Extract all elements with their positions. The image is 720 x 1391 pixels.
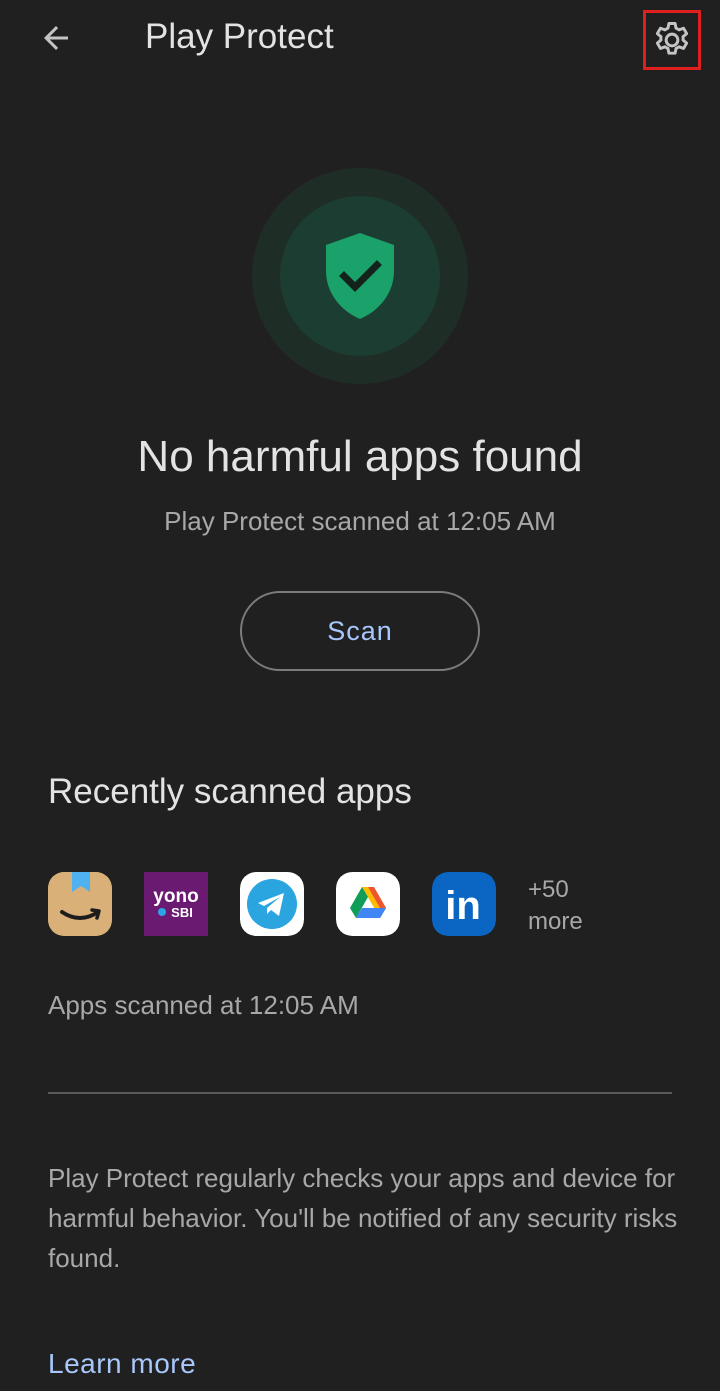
google-drive-icon[interactable] — [336, 872, 400, 936]
svg-text:SBI: SBI — [171, 905, 193, 920]
yono-sbi-icon[interactable]: yono SBI — [144, 872, 208, 936]
settings-button[interactable] — [643, 10, 701, 70]
telegram-icon[interactable] — [240, 872, 304, 936]
gear-icon — [655, 22, 689, 55]
svg-text:yono: yono — [153, 886, 198, 907]
info-description: Play Protect regularly checks your apps … — [48, 1163, 678, 1273]
last-scan-text: Play Protect scanned at 12:05 AM — [164, 506, 556, 536]
scan-button[interactable]: Scan — [240, 591, 480, 671]
divider — [48, 1092, 672, 1094]
apps-scanned-text: Apps scanned at 12:05 AM — [48, 990, 359, 1020]
status-headline: No harmful apps found — [137, 432, 583, 481]
arrow-left-icon — [44, 26, 68, 50]
linkedin-icon[interactable]: in — [432, 872, 496, 936]
shield-check-icon — [326, 233, 394, 319]
more-apps-count: +50 more — [528, 874, 583, 938]
recently-scanned-title: Recently scanned apps — [48, 772, 412, 811]
svg-text:in: in — [445, 884, 481, 928]
page-title: Play Protect — [145, 17, 334, 56]
more-count: +50 — [528, 876, 569, 903]
amazon-icon[interactable] — [48, 872, 112, 936]
back-button[interactable] — [36, 18, 76, 58]
learn-more-link[interactable]: Learn more — [48, 1348, 196, 1380]
status-indicator — [252, 168, 468, 384]
app-bar: Play Protect — [0, 0, 720, 80]
more-label: more — [528, 908, 583, 935]
